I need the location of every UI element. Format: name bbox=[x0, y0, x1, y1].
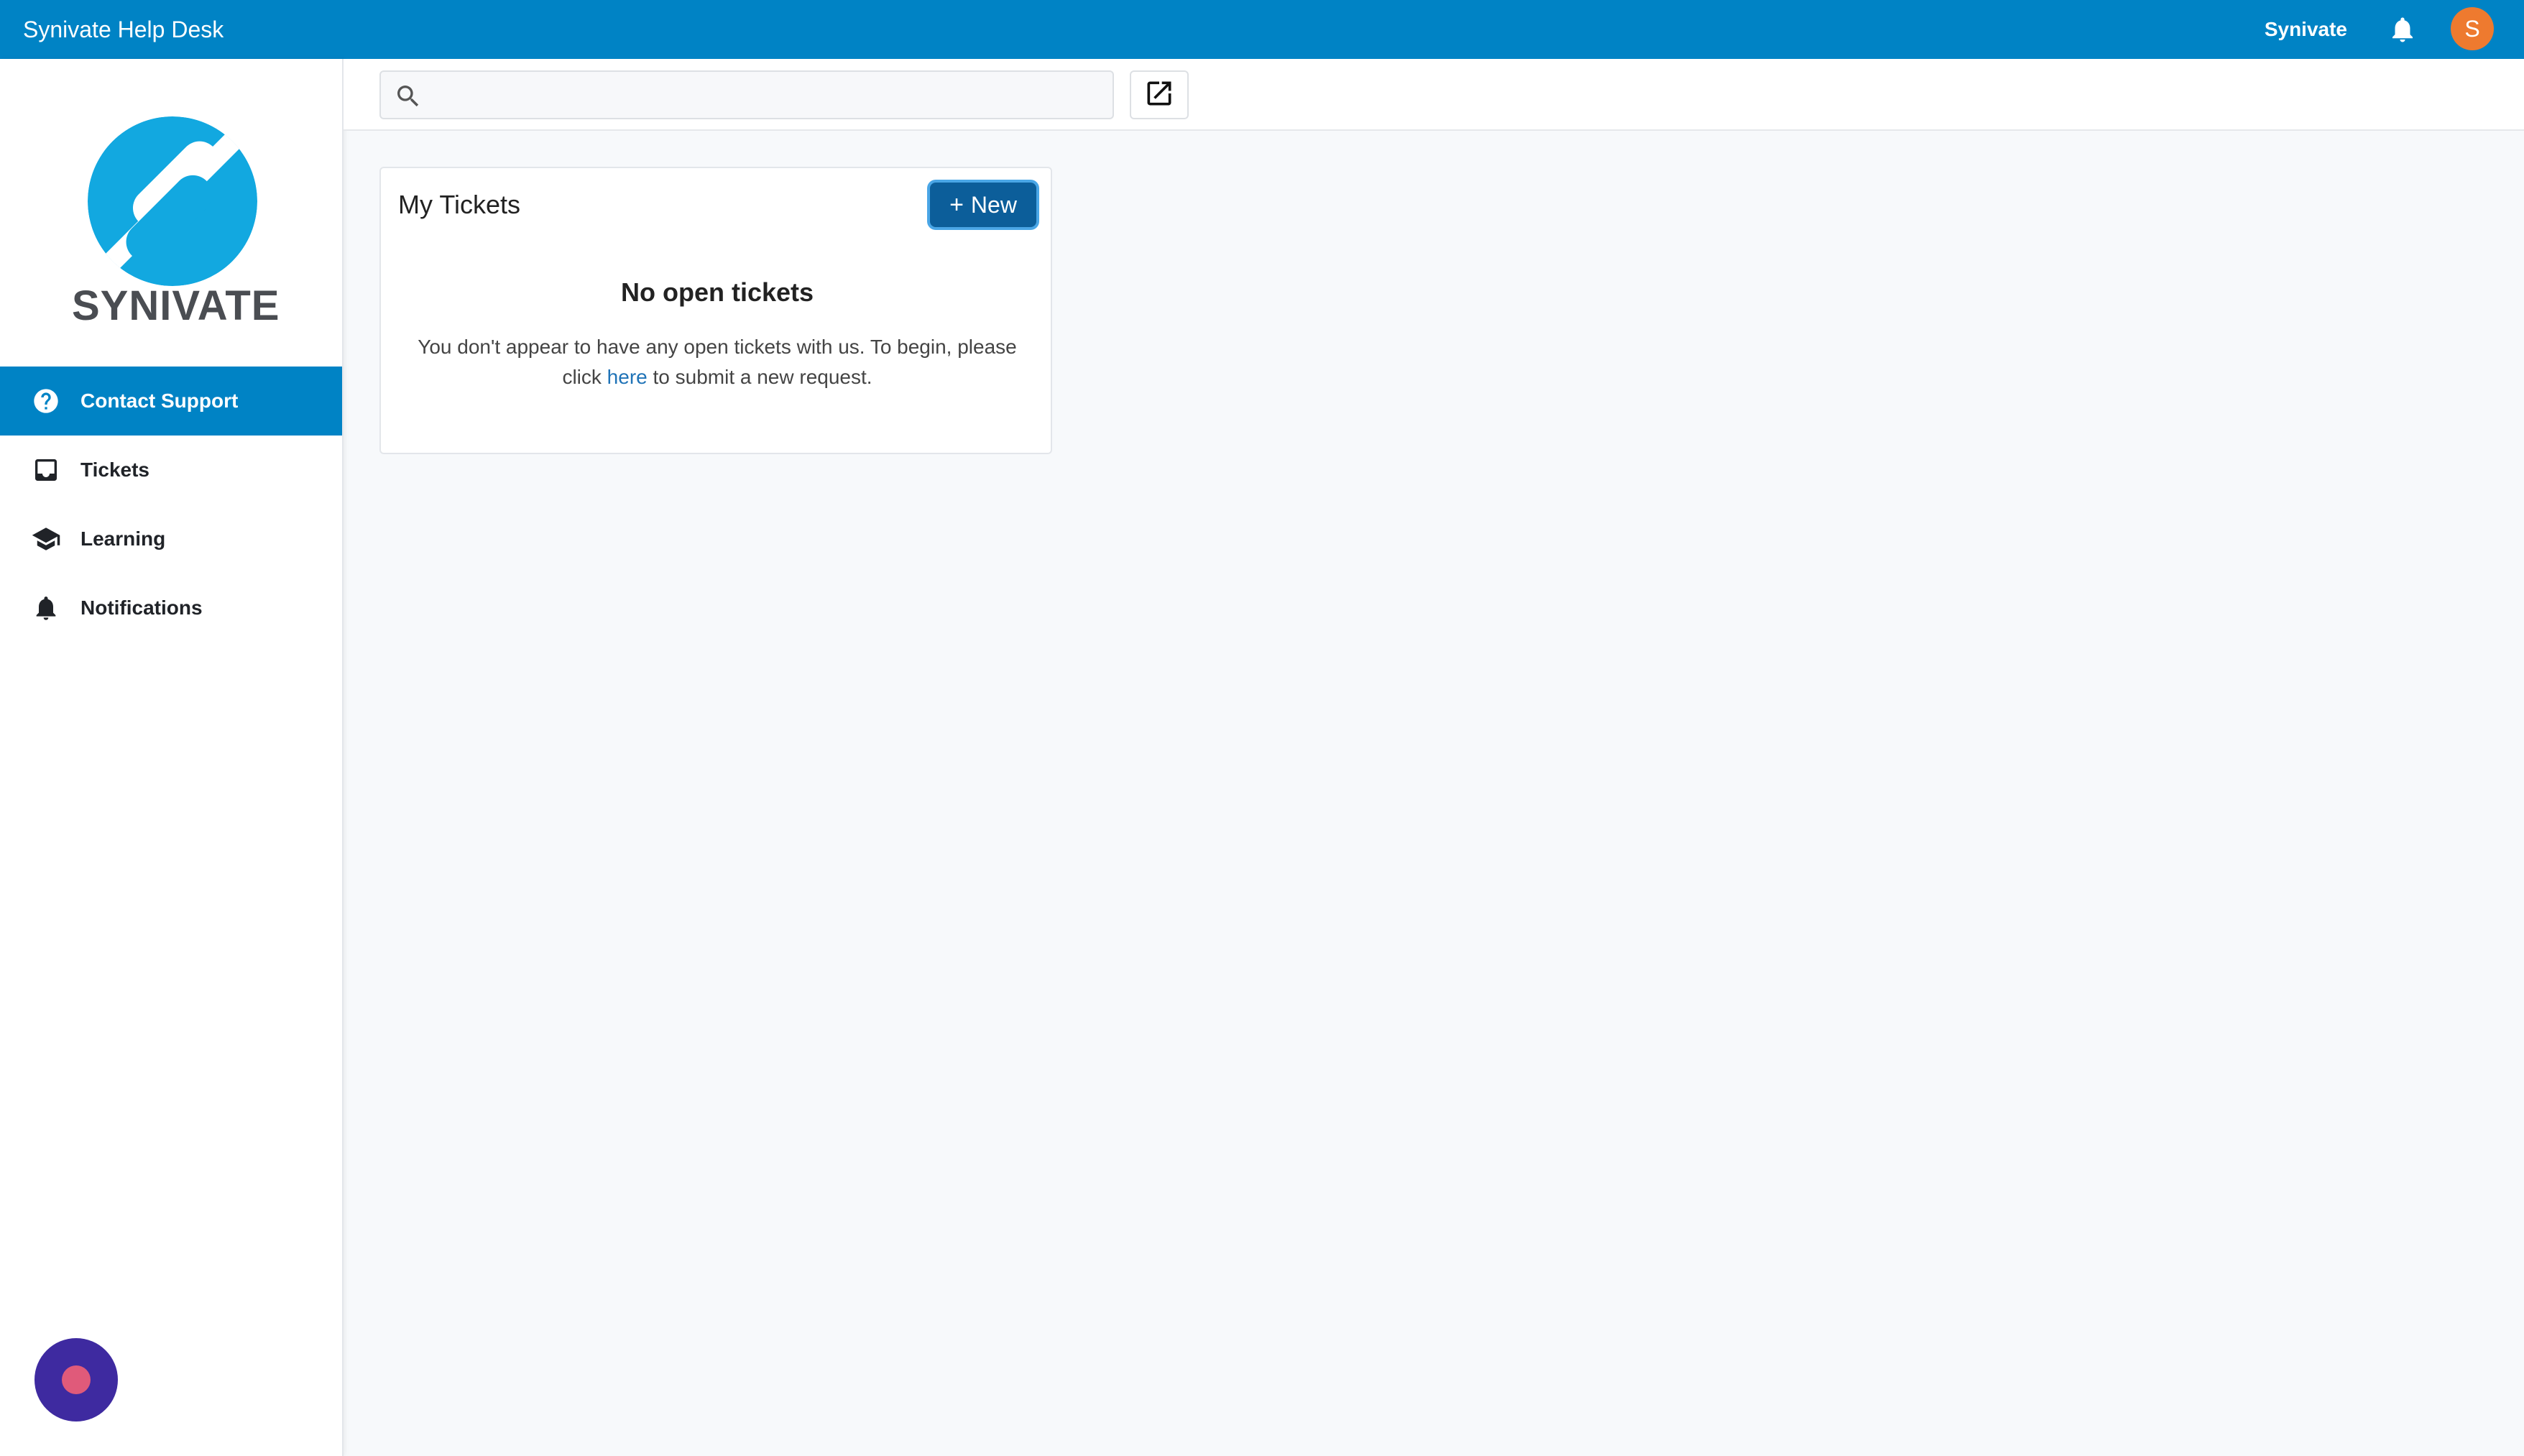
sidebar-item-contact-support[interactable]: Contact Support bbox=[0, 367, 342, 436]
sidebar-item-notifications[interactable]: Notifications bbox=[0, 573, 342, 642]
inbox-icon bbox=[30, 454, 62, 486]
toolbar bbox=[344, 59, 2524, 131]
empty-state-message: You don't appear to have any open ticket… bbox=[410, 332, 1025, 392]
bell-icon bbox=[30, 592, 62, 624]
record-dot-icon bbox=[62, 1365, 91, 1394]
new-button-label: New bbox=[970, 191, 1017, 218]
logo[interactable]: SYNIVATE bbox=[72, 116, 280, 332]
sidebar-item-label: Tickets bbox=[80, 459, 149, 481]
plus-icon: + bbox=[949, 190, 964, 218]
help-circle-icon bbox=[30, 385, 62, 417]
search-input[interactable] bbox=[433, 72, 1101, 118]
sidebar: SYNIVATE Contact Support Tickets Learnin… bbox=[0, 59, 344, 1456]
bell-icon[interactable] bbox=[2387, 14, 2418, 45]
sidebar-item-tickets[interactable]: Tickets bbox=[0, 436, 342, 504]
avatar[interactable]: S bbox=[2451, 7, 2494, 50]
sidebar-item-label: Contact Support bbox=[80, 390, 239, 412]
submit-request-link[interactable]: here bbox=[607, 366, 648, 388]
user-name[interactable]: Synivate bbox=[2265, 0, 2347, 59]
empty-message-text-end: to submit a new request. bbox=[653, 366, 872, 388]
app-title[interactable]: Synivate Help Desk bbox=[23, 0, 224, 59]
graduation-cap-icon bbox=[30, 523, 62, 555]
logo-text: SYNIVATE bbox=[72, 282, 280, 329]
card-title: My Tickets bbox=[398, 190, 521, 219]
open-in-new-icon bbox=[1143, 78, 1175, 113]
search-icon bbox=[394, 82, 423, 111]
top-bar: Synivate Help Desk Synivate S bbox=[0, 0, 2524, 59]
chat-widget-button[interactable] bbox=[34, 1338, 118, 1422]
sidebar-item-label: Learning bbox=[80, 527, 166, 550]
sidebar-item-learning[interactable]: Learning bbox=[0, 504, 342, 573]
empty-state-title: No open tickets bbox=[620, 277, 814, 307]
sidebar-nav: Contact Support Tickets Learning Notific… bbox=[0, 367, 342, 642]
logo-mark-icon bbox=[88, 116, 257, 286]
open-in-new-button[interactable] bbox=[1130, 70, 1189, 119]
sidebar-item-label: Notifications bbox=[80, 596, 203, 619]
search-box[interactable] bbox=[379, 70, 1114, 119]
my-tickets-card: My Tickets + New No open tickets You don… bbox=[379, 167, 1052, 454]
new-ticket-button[interactable]: + New bbox=[930, 183, 1036, 227]
